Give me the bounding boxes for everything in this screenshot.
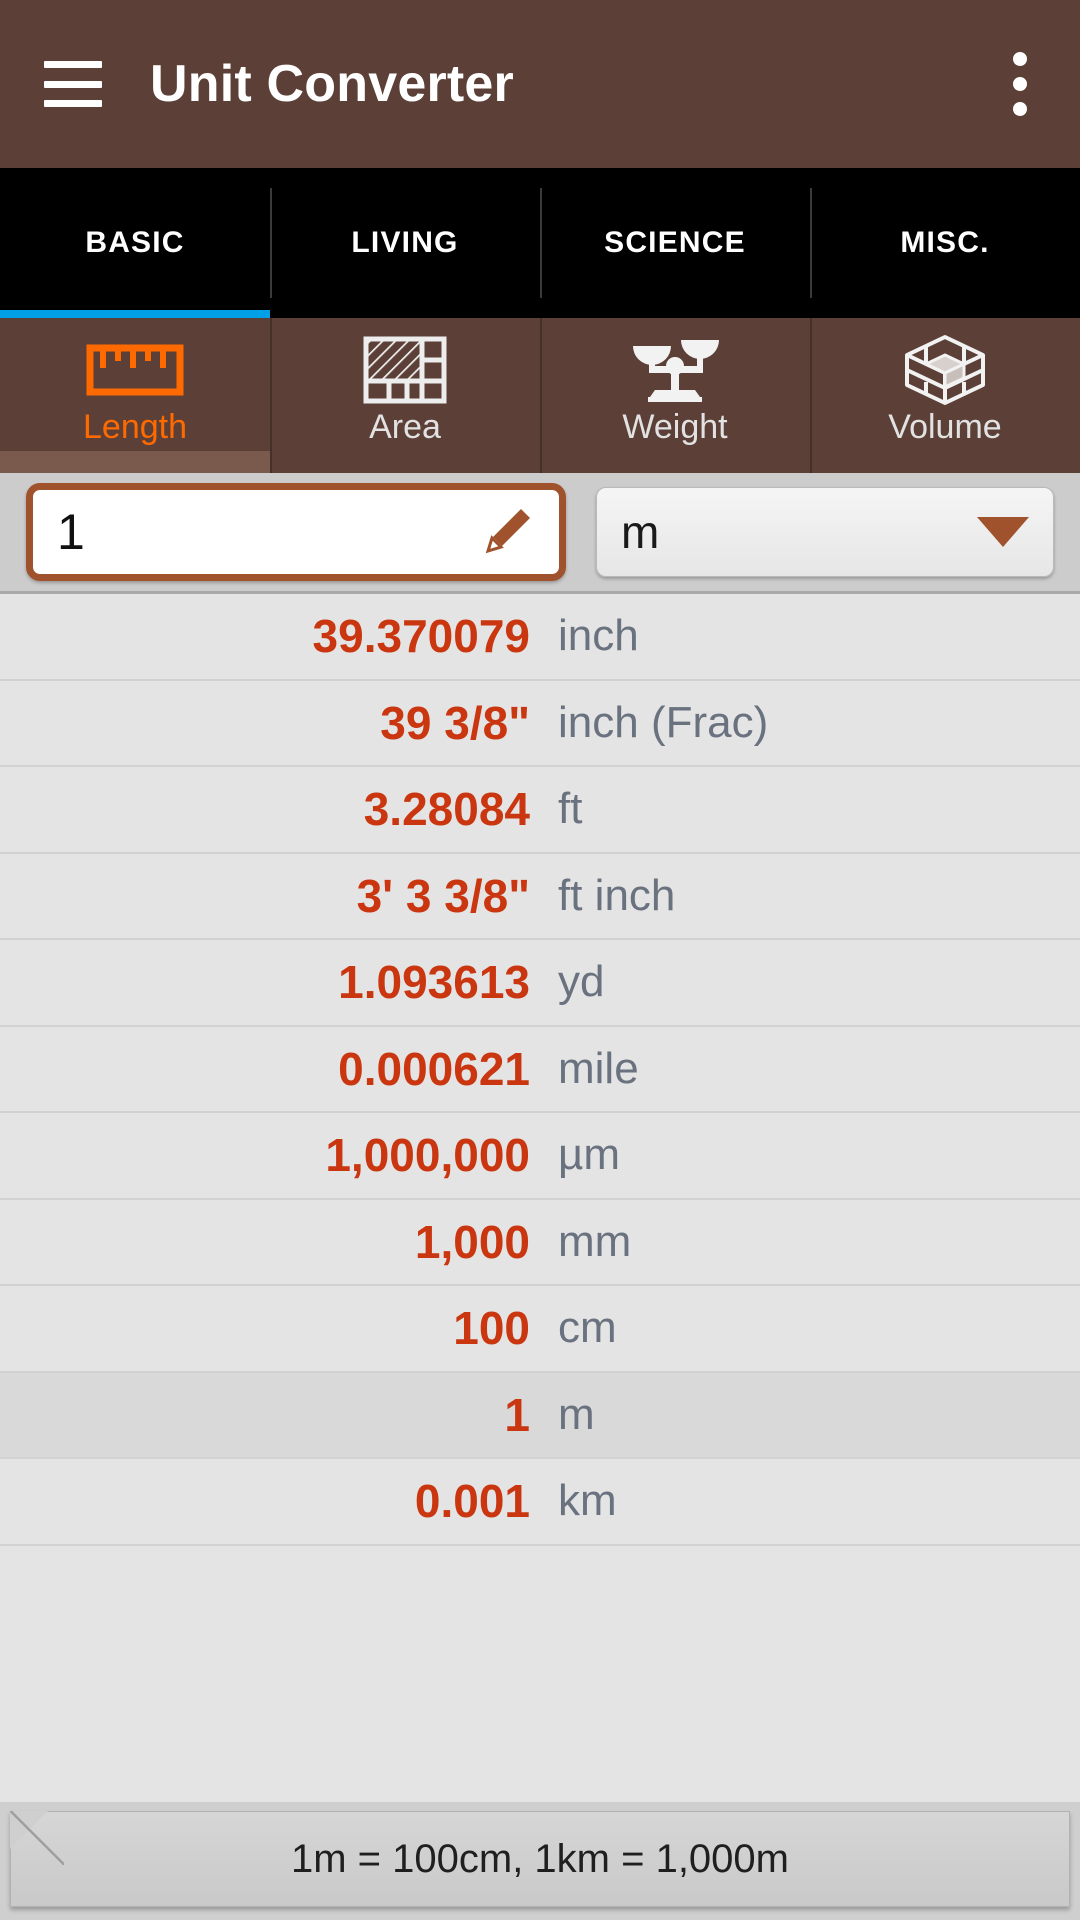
tab-misc[interactable]: MISC. [810, 168, 1080, 318]
result-value: 1,000,000 [325, 1129, 530, 1182]
tab-living[interactable]: LIVING [270, 168, 540, 318]
footer-area: 1m = 100cm, 1km = 1,000m [0, 1802, 1080, 1920]
result-unit: cm [558, 1303, 617, 1353]
value-input[interactable]: 1 [26, 483, 566, 581]
unit-select[interactable]: m [596, 487, 1054, 577]
table-row[interactable]: 39.370079 inch [0, 594, 1080, 681]
result-unit: ft [558, 784, 583, 834]
tab-bar: BASIC LIVING SCIENCE MISC. [0, 168, 1080, 318]
unit-select-value: m [621, 506, 660, 558]
page-title: Unit Converter [150, 55, 514, 113]
tab-basic-label: BASIC [85, 226, 185, 259]
category-area[interactable]: Area [270, 318, 540, 473]
table-row[interactable]: 1.093613 yd [0, 940, 1080, 1027]
triangle-down-icon [977, 517, 1029, 547]
tab-basic[interactable]: BASIC [0, 168, 270, 318]
table-row[interactable]: 39 3/8" inch (Frac) [0, 680, 1080, 767]
result-value: 100 [453, 1302, 530, 1355]
value-input-text: 1 [57, 504, 85, 560]
category-bar: Length Area Weight Volume [0, 318, 1080, 473]
result-value: 1.093613 [338, 956, 530, 1009]
table-row[interactable]: 0.000621 mile [0, 1026, 1080, 1113]
result-unit: µm [558, 1130, 621, 1180]
category-volume[interactable]: Volume [810, 318, 1080, 473]
result-value: 3' 3 3/8" [356, 869, 530, 922]
balance-scale-icon [627, 336, 723, 404]
tab-misc-label: MISC. [900, 226, 990, 259]
table-row[interactable]: 100 cm [0, 1286, 1080, 1373]
result-value: 39 3/8" [380, 696, 530, 749]
app-screen: Unit Converter BASIC LIVING SCIENCE MISC… [0, 0, 1080, 1920]
result-value: 3.28084 [363, 783, 530, 836]
result-unit: km [558, 1476, 617, 1526]
result-unit: m [558, 1389, 595, 1439]
input-bar: 1 m [0, 473, 1080, 591]
tab-science[interactable]: SCIENCE [540, 168, 810, 318]
table-row[interactable]: 3.28084 ft [0, 767, 1080, 854]
table-row[interactable]: 1,000,000 µm [0, 1113, 1080, 1200]
table-row[interactable]: 0.001 km [0, 1459, 1080, 1546]
result-unit: mm [558, 1216, 632, 1266]
conversion-note-card[interactable]: 1m = 100cm, 1km = 1,000m [10, 1811, 1070, 1907]
result-unit: inch (Frac) [558, 697, 769, 747]
results-list[interactable]: 39.370079 inch 39 3/8" inch (Frac) 3.280… [0, 591, 1080, 1802]
category-length-label: Length [83, 408, 187, 446]
result-unit: ft inch [558, 870, 676, 920]
result-value: 39.370079 [312, 610, 530, 663]
category-area-label: Area [369, 408, 441, 446]
tiles-icon [361, 336, 449, 404]
category-volume-label: Volume [888, 408, 1002, 446]
ruler-icon [86, 336, 184, 404]
conversion-note-text: 1m = 100cm, 1km = 1,000m [290, 1836, 789, 1881]
table-row[interactable]: 3' 3 3/8" ft inch [0, 853, 1080, 940]
table-row[interactable]: 1,000 mm [0, 1199, 1080, 1286]
table-row-selected[interactable]: 1 m [0, 1372, 1080, 1459]
cube-icon [903, 335, 987, 405]
result-value: 0.001 [414, 1475, 530, 1528]
hamburger-menu-icon[interactable] [44, 61, 102, 107]
category-weight[interactable]: Weight [540, 318, 810, 473]
result-unit: mile [558, 1043, 639, 1093]
result-value: 1 [504, 1388, 530, 1441]
more-vertical-icon[interactable] [990, 44, 1050, 124]
tab-living-label: LIVING [351, 226, 459, 259]
category-length[interactable]: Length [0, 318, 270, 473]
result-unit: yd [558, 957, 605, 1007]
tab-science-label: SCIENCE [604, 226, 746, 259]
pencil-icon [477, 503, 535, 561]
result-unit: inch [558, 611, 639, 661]
category-weight-label: Weight [622, 408, 728, 446]
result-value: 1,000 [414, 1215, 530, 1268]
result-value: 0.000621 [338, 1042, 530, 1095]
app-bar: Unit Converter [0, 0, 1080, 168]
